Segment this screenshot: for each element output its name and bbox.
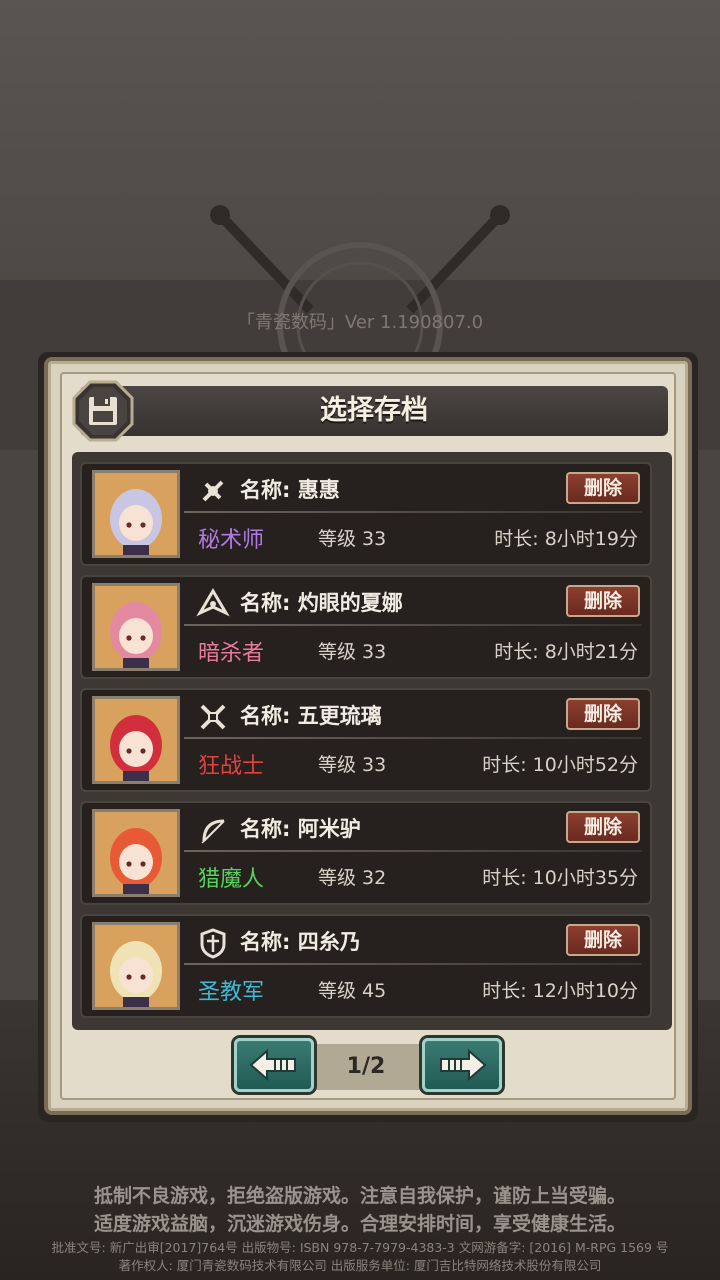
card-divider (184, 850, 642, 852)
character-class: 暗杀者 (198, 641, 265, 666)
version-label: 「青瓷数码」Ver 1.190807.0 (236, 312, 484, 333)
card-divider (184, 737, 642, 739)
character-name: 名称: 阿米驴 (240, 817, 361, 841)
play-duration: 时长: 10小时35分 (482, 867, 638, 889)
play-duration: 时长: 8小时19分 (494, 528, 638, 550)
card-divider (184, 963, 642, 965)
character-class: 秘术师 (198, 528, 265, 553)
arrow-right-icon (440, 1048, 487, 1082)
health-notice-line-1: 抵制不良游戏，拒绝盗版游戏。注意自我保护，谨防上当受骗。 (93, 1185, 626, 1207)
save-slot-card[interactable]: 名称: 四糸乃 删除圣教军 等级 45 时长: 12小时10分 (80, 914, 652, 1018)
character-name: 名称: 灼眼的夏娜 (240, 591, 403, 615)
legal-line-1: 批准文号: 新广出审[2017]764号 出版物号: ISBN 978-7-79… (51, 1240, 669, 1255)
delete-save-button[interactable]: 删除 (566, 585, 640, 617)
legal-line-2: 著作权人: 厦门青瓷数码技术有限公司 出版服务单位: 厦门吉比特网络技术股份有限… (118, 1258, 602, 1273)
next-page-button[interactable] (422, 1038, 502, 1092)
character-class: 狂战士 (198, 754, 265, 779)
arcanist-icon (202, 480, 224, 502)
demon-hunter-bow-icon (201, 819, 225, 844)
save-slot-card[interactable]: 名称: 阿米驴 删除猎魔人 等级 32 时长: 10小时35分 (80, 801, 652, 905)
play-duration: 时长: 8小时21分 (494, 641, 638, 663)
character-name: 名称: 五更琉璃 (240, 704, 382, 728)
character-portrait (92, 922, 180, 1010)
card-divider (184, 511, 642, 513)
dialog-title: 选择存档 (320, 395, 428, 426)
play-duration: 时长: 10小时52分 (482, 754, 638, 776)
character-level: 等级 33 (318, 528, 387, 550)
character-class: 猎魔人 (198, 867, 265, 892)
delete-save-button[interactable]: 删除 (566, 811, 640, 843)
berserker-icon (200, 704, 226, 730)
card-divider (184, 624, 642, 626)
assassin-icon (196, 588, 230, 617)
floppy-disk-icon (72, 380, 134, 442)
character-name: 名称: 四糸乃 (240, 930, 361, 954)
character-portrait (92, 470, 180, 558)
save-slot-card[interactable]: 名称: 灼眼的夏娜 删除暗杀者 等级 33 时长: 8小时21分 (80, 575, 652, 679)
arrow-left-icon (249, 1048, 296, 1082)
character-portrait (92, 696, 180, 784)
character-class: 圣教军 (198, 980, 265, 1005)
character-portrait (92, 583, 180, 671)
delete-save-button[interactable]: 删除 (566, 472, 640, 504)
character-level: 等级 32 (318, 867, 387, 889)
health-notice-line-2: 适度游戏益脑，沉迷游戏伤身。合理安排时间，享受健康生活。 (93, 1213, 626, 1235)
character-level: 等级 33 (318, 754, 387, 776)
prev-page-button[interactable] (234, 1038, 314, 1092)
character-level: 等级 33 (318, 641, 387, 663)
page-indicator: 1/2 (346, 1054, 386, 1079)
delete-save-button[interactable]: 删除 (566, 698, 640, 730)
crusader-shield-icon (200, 928, 226, 959)
character-level: 等级 45 (318, 980, 387, 1002)
save-slot-card[interactable]: 名称: 惠惠 删除秘术师 等级 33 时长: 8小时19分 (80, 462, 652, 566)
delete-save-button[interactable]: 删除 (566, 924, 640, 956)
character-name: 名称: 惠惠 (240, 478, 340, 502)
play-duration: 时长: 12小时10分 (482, 980, 638, 1002)
save-slot-card[interactable]: 名称: 五更琉璃 删除狂战士 等级 33 时长: 10小时52分 (80, 688, 652, 792)
character-portrait (92, 809, 180, 897)
